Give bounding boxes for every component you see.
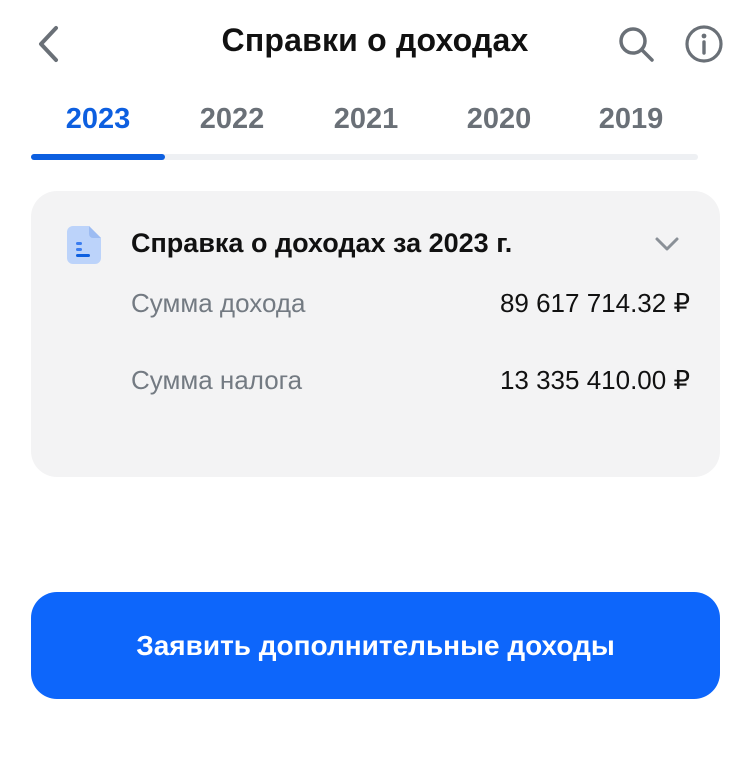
tax-sum-label: Сумма налога — [131, 365, 303, 395]
search-icon — [619, 27, 654, 62]
declare-additional-income-button[interactable]: Заявить дополнительные доходы — [31, 592, 720, 699]
tab-2022[interactable]: 2022 — [165, 96, 299, 154]
info-button[interactable] — [680, 20, 728, 68]
year-tabs: 2023 2022 2021 2020 2019 — [31, 96, 698, 160]
income-sum-value: 89 617 714.32 ₽ — [499, 288, 690, 318]
info-icon — [685, 25, 723, 63]
chevron-left-icon — [39, 26, 58, 62]
chevron-down-icon — [655, 237, 679, 251]
search-button[interactable] — [612, 20, 660, 68]
page-title: Справки о доходах — [221, 22, 529, 58]
income-certificates-screen: Справки о доходах 2023 2022 2021 2020 20… — [0, 0, 750, 758]
tab-2020[interactable]: 2020 — [432, 96, 566, 154]
income-certificate-card[interactable]: Справка о доходах за 2023 г. Сумма доход… — [31, 191, 720, 477]
certificate-title: Справка о доходах за 2023 г. — [131, 228, 513, 258]
income-sum-label: Сумма дохода — [131, 288, 306, 318]
back-button[interactable] — [26, 20, 70, 68]
expand-toggle[interactable] — [651, 227, 683, 259]
tab-2021[interactable]: 2021 — [299, 96, 433, 154]
tab-2023[interactable]: 2023 — [31, 96, 165, 160]
document-icon — [67, 226, 101, 264]
tax-sum-value: 13 335 410.00 ₽ — [499, 365, 690, 395]
tab-2019[interactable]: 2019 — [564, 96, 698, 154]
